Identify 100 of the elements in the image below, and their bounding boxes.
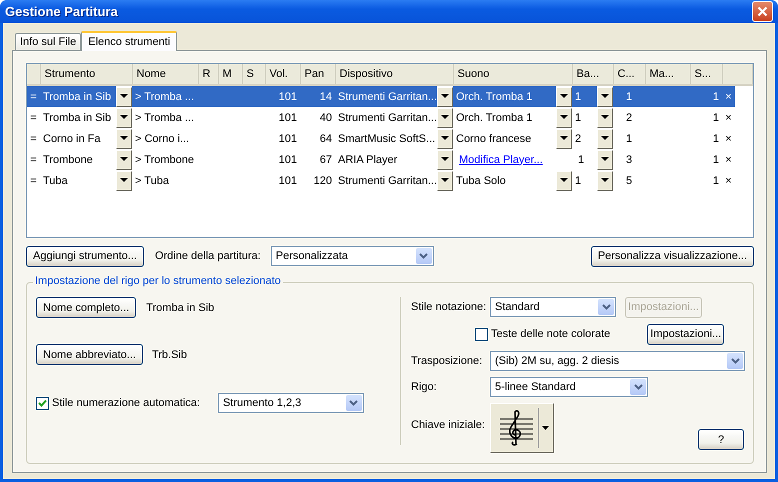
group-title: Impostazione del rigo per lo strumento selezionato xyxy=(33,275,283,287)
remove-button[interactable]: × xyxy=(722,85,735,107)
dropdown-button[interactable] xyxy=(597,128,613,148)
dropdown-button[interactable] xyxy=(556,86,572,106)
caret-icon xyxy=(601,178,609,183)
chevron-down-icon xyxy=(602,304,610,310)
table-cell: 5 xyxy=(613,170,645,191)
table-cell: 1 xyxy=(690,107,722,128)
remove-button[interactable]: × xyxy=(722,149,735,170)
table-cell: Trombone xyxy=(40,149,116,170)
remove-button[interactable]: × xyxy=(722,128,735,149)
table-cell: 101 xyxy=(265,107,300,128)
column-header[interactable]: C... xyxy=(613,64,645,85)
table-cell: 1 xyxy=(613,85,645,107)
dropdown-field[interactable]: 5-linee Standard xyxy=(490,377,648,397)
column-header[interactable]: Ba... xyxy=(572,64,613,85)
column-header[interactable]: Vol. xyxy=(265,64,300,85)
table-cell: > Corno i... xyxy=(132,128,198,149)
dropdown-button[interactable] xyxy=(597,150,613,170)
column-header[interactable]: Dispositivo xyxy=(335,64,453,85)
column-header[interactable]: S... xyxy=(690,64,722,85)
column-header[interactable]: Nome xyxy=(132,64,198,85)
caret-icon xyxy=(120,178,128,183)
column-header xyxy=(27,64,40,85)
add-instrument-button[interactable]: Aggiungi strumento... xyxy=(26,246,144,266)
full-name-button[interactable]: Nome completo... xyxy=(36,297,136,318)
column-header[interactable]: Ma... xyxy=(645,64,690,85)
instrument-row[interactable]: = Tuba > Tuba 101 120 Strumenti Garritan... Tuba Solo 1 5 1 × xyxy=(27,170,752,191)
column-header[interactable]: S xyxy=(242,64,265,85)
caret-icon xyxy=(441,136,449,141)
field-label: Ordine della partitura: xyxy=(154,250,261,262)
dropdown-button[interactable] xyxy=(437,128,453,148)
chevron-down-icon xyxy=(349,400,358,406)
short-name-button[interactable]: Nome abbreviato... xyxy=(36,344,143,365)
column-header[interactable]: M xyxy=(218,64,242,85)
table-cell: 1 xyxy=(572,149,597,170)
drag-handle[interactable]: = xyxy=(27,149,40,170)
dropdown-field[interactable]: Strumento 1,2,3 xyxy=(218,393,364,413)
checkbox[interactable] xyxy=(36,396,49,410)
drag-handle[interactable]: = xyxy=(27,128,40,149)
column-header[interactable]: Suono xyxy=(453,64,572,85)
table-cell: Tuba xyxy=(40,170,116,191)
column-header[interactable]: Strumento xyxy=(40,64,132,85)
table-cell-text: 1 xyxy=(712,174,720,188)
dropdown-button[interactable] xyxy=(437,108,453,128)
edit-player-link[interactable]: Modifica Player... xyxy=(456,154,543,166)
checkbox-label: Stile numerazione automatica: xyxy=(52,397,200,409)
tab[interactable]: Info sul File xyxy=(15,33,82,50)
chevron-down-icon xyxy=(730,358,740,364)
instrument-row[interactable]: = Tromba in Sib > Tromba ... 101 40 Strumenti Garritan... Orch. Tromba 1 1 2 1 × xyxy=(27,107,752,128)
dropdown-button[interactable] xyxy=(556,128,572,148)
dropdown-button[interactable] xyxy=(116,86,132,106)
caret-icon xyxy=(601,94,609,99)
remove-button[interactable]: × xyxy=(722,170,735,191)
dropdown-button[interactable] xyxy=(556,170,572,190)
dropdown-button[interactable] xyxy=(437,170,453,190)
customize-view-button[interactable]: Personalizza visualizzazione... xyxy=(590,246,754,266)
dropdown-button[interactable] xyxy=(116,108,132,128)
dropdown-field[interactable]: Standard xyxy=(490,297,616,317)
table-cell: Tromba in Sib xyxy=(40,85,116,107)
checkbox[interactable] xyxy=(475,328,488,340)
dropdown-button[interactable] xyxy=(597,170,613,190)
tab[interactable]: Elenco strumenti xyxy=(81,31,178,51)
dropdown-button[interactable] xyxy=(116,170,132,190)
settings-button[interactable]: Impostazioni... xyxy=(647,324,724,344)
column-header[interactable]: Pan xyxy=(300,64,335,85)
field-label: Trasposizione: xyxy=(411,355,484,367)
dropdown-button[interactable] xyxy=(116,128,132,148)
close-button[interactable] xyxy=(752,1,773,22)
drag-handle[interactable]: = xyxy=(27,107,40,128)
instrument-row[interactable]: = Tromba in Sib > Tromba ... 101 14 Strumenti Garritan... Orch. Tromba 1 1 1 1 × xyxy=(27,85,752,107)
caret-icon xyxy=(120,136,128,141)
caret-icon xyxy=(601,136,609,141)
table-cell: Tuba Solo xyxy=(453,170,556,191)
dropdown-field[interactable]: (Sib) 2M su, agg. 2 diesis xyxy=(490,351,745,371)
table-cell: 2 xyxy=(572,128,597,149)
caret-icon xyxy=(441,94,449,99)
table-cell: 1 xyxy=(690,85,722,107)
dropdown-button[interactable] xyxy=(437,86,453,106)
drag-handle[interactable]: = xyxy=(27,170,40,191)
table-cell-text: 64 xyxy=(318,132,333,146)
instrument-row[interactable]: = Corno in Fa > Corno i... 101 64 SmartMusic SoftS... Corno francese 2 1 1 × xyxy=(27,128,752,149)
caret-icon xyxy=(120,94,128,99)
dropdown-button[interactable] xyxy=(556,108,572,128)
caret-icon xyxy=(120,115,128,120)
column-header[interactable]: R xyxy=(198,64,218,85)
drag-handle[interactable]: = xyxy=(27,85,40,107)
instrument-row[interactable]: = Trombone > Trombone 101 67 ARIA Player Modifica Player... 1 3 1 × xyxy=(27,149,752,170)
help-button[interactable]: ? xyxy=(698,429,744,450)
dropdown-button[interactable] xyxy=(597,86,613,106)
table-cell: > Tromba ... xyxy=(132,85,198,107)
table-cell-text: 101 xyxy=(278,132,298,146)
clef-button[interactable] xyxy=(490,403,554,453)
dropdown-field[interactable]: Personalizzata xyxy=(270,246,434,266)
column-header xyxy=(722,64,752,85)
dropdown-button[interactable] xyxy=(437,150,453,170)
dropdown-button[interactable] xyxy=(116,150,132,170)
caret-icon xyxy=(542,426,549,430)
remove-button[interactable]: × xyxy=(722,107,735,128)
dropdown-button[interactable] xyxy=(597,108,613,128)
